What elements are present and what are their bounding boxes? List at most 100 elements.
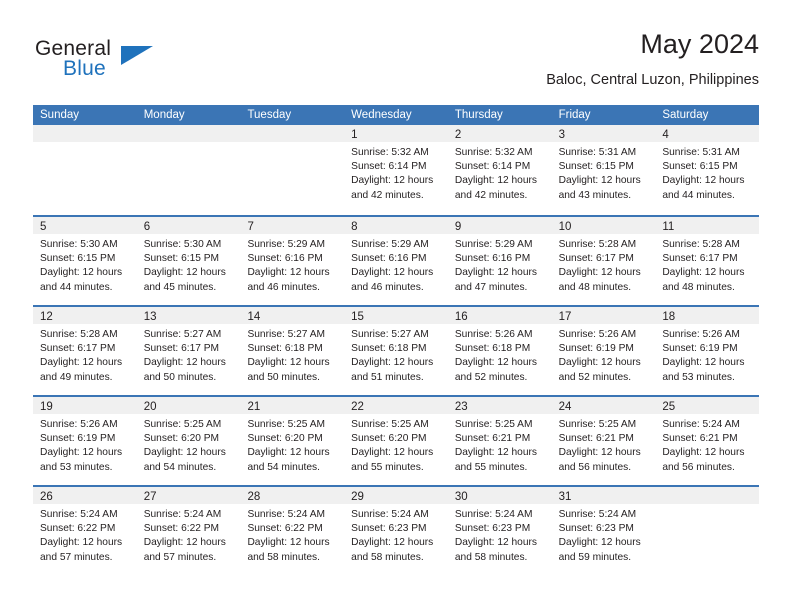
sunrise-text: Sunrise: 5:28 AM: [662, 239, 740, 250]
day-cell[interactable]: 2 Sunrise: 5:32 AM Sunset: 6:14 PM Daylight…: [447, 125, 552, 215]
day-cell[interactable]: 21 Sunrise: 5:25 AM Sunset: 6:20 PM Dayligh…: [240, 397, 345, 485]
sunset-text: Sunset: 6:19 PM: [558, 343, 634, 355]
sunrise-text: Sunrise: 5:27 AM: [143, 329, 222, 340]
sunset-text: Sunset: 6:14 PM: [454, 161, 531, 173]
sunrise-text: Sunrise: 5:27 AM: [247, 329, 326, 340]
day-number: 7: [247, 221, 254, 233]
daylight-text-line2: and 58 minutes.: [351, 551, 424, 563]
daylight-text-line2: and 44 minutes.: [662, 189, 735, 201]
week-row: 5 Sunrise: 5:30 AM Sunset: 6:15 PM Daylight…: [33, 215, 760, 305]
day-number: 15: [351, 311, 364, 323]
day-cell[interactable]: 19 Sunrise: 5:26 AM Sunset: 6:19 PM Dayligh…: [33, 397, 137, 485]
day-cell[interactable]: 3 Sunrise: 5:31 AM Sunset: 6:15 PM Daylight…: [551, 125, 656, 215]
daylight-text-line2: and 56 minutes.: [662, 461, 735, 473]
day-cell[interactable]: 18 Sunrise: 5:26 AM Sunset: 6:19 PM Dayligh…: [655, 307, 760, 395]
day-info: Sunrise: 5:25 AM Sunset: 6:21 PM Daylight:…: [448, 414, 552, 475]
day-cell[interactable]: 5 Sunrise: 5:30 AM Sunset: 6:15 PM Daylight…: [33, 217, 137, 305]
day-number: 10: [558, 221, 572, 233]
day-cell[interactable]: 7 Sunrise: 5:29 AM Sunset: 6:16 PM Daylight…: [240, 217, 345, 305]
day-cell[interactable]: 14 Sunrise: 5:27 AM Sunset: 6:18 PM Dayligh…: [240, 307, 345, 395]
day-number: 9: [454, 221, 462, 233]
day-cell[interactable]: 16 Sunrise: 5:26 AM Sunset: 6:18 PM Dayligh…: [447, 307, 552, 395]
sunset-text: Sunset: 6:15 PM: [40, 253, 116, 265]
sunrise-text: Sunrise: 5:29 AM: [247, 239, 326, 250]
daylight-text-line2: and 43 minutes.: [558, 189, 632, 201]
day-number-band: 8: [344, 217, 448, 234]
daylight-text-line1: Daylight: 12 hours: [662, 175, 745, 187]
daylight-text-line2: and 50 minutes.: [247, 371, 320, 383]
general-blue-logo[interactable]: General Blue: [33, 33, 233, 89]
sunset-text: Sunset: 6:16 PM: [247, 253, 323, 265]
day-cell[interactable]: 12 Sunrise: 5:28 AM Sunset: 6:17 PM Dayligh…: [33, 307, 137, 395]
day-number-band: 13: [136, 307, 241, 324]
sunrise-text: Sunrise: 5:25 AM: [454, 419, 533, 430]
day-number-band: [33, 125, 137, 142]
day-cell-empty: [33, 125, 137, 215]
day-number: 30: [454, 491, 468, 503]
daylight-text-line2: and 52 minutes.: [454, 371, 528, 383]
day-cell[interactable]: 31 Sunrise: 5:24 AM Sunset: 6:23 PM Dayligh…: [551, 487, 656, 575]
week-row: 1 Sunrise: 5:32 AM Sunset: 6:14 PM Daylight…: [33, 125, 760, 215]
daylight-text-line1: Daylight: 12 hours: [143, 537, 226, 549]
sunrise-text: Sunrise: 5:32 AM: [454, 147, 533, 158]
day-cell[interactable]: 6 Sunrise: 5:30 AM Sunset: 6:15 PM Daylight…: [136, 217, 241, 305]
weekday-header-wednesday: Wednesday: [351, 109, 412, 121]
daylight-text-line1: Daylight: 12 hours: [351, 357, 434, 369]
sunset-text: Sunset: 6:14 PM: [351, 161, 427, 173]
sunrise-text: Sunrise: 5:25 AM: [351, 419, 429, 430]
day-cell[interactable]: 15 Sunrise: 5:27 AM Sunset: 6:18 PM Dayligh…: [344, 307, 448, 395]
daylight-text-line2: and 48 minutes.: [558, 281, 632, 293]
day-cell[interactable]: 27 Sunrise: 5:24 AM Sunset: 6:22 PM Dayligh…: [136, 487, 241, 575]
day-info: Sunrise: 5:25 AM Sunset: 6:21 PM Daylight:…: [552, 414, 656, 475]
day-cell[interactable]: 24 Sunrise: 5:25 AM Sunset: 6:21 PM Dayligh…: [551, 397, 656, 485]
day-cell[interactable]: 25 Sunrise: 5:24 AM Sunset: 6:21 PM Dayligh…: [655, 397, 760, 485]
day-cell[interactable]: 4 Sunrise: 5:31 AM Sunset: 6:15 PM Daylight…: [655, 125, 760, 215]
day-cell[interactable]: 23 Sunrise: 5:25 AM Sunset: 6:21 PM Dayligh…: [447, 397, 552, 485]
daylight-text-line2: and 44 minutes.: [40, 281, 113, 293]
sunset-text: Sunset: 6:19 PM: [662, 343, 738, 355]
day-number-band: 16: [447, 307, 552, 324]
day-cell[interactable]: 9 Sunrise: 5:29 AM Sunset: 6:16 PM Daylight…: [447, 217, 552, 305]
day-number: 16: [454, 311, 468, 323]
daylight-text-line2: and 46 minutes.: [247, 281, 320, 293]
week-row: 26 Sunrise: 5:24 AM Sunset: 6:22 PM Dayligh…: [33, 485, 760, 575]
day-cell[interactable]: 11 Sunrise: 5:28 AM Sunset: 6:17 PM Dayligh…: [655, 217, 760, 305]
daylight-text-line1: Daylight: 12 hours: [247, 357, 330, 369]
sunset-text: Sunset: 6:20 PM: [247, 433, 323, 445]
day-cell[interactable]: 1 Sunrise: 5:32 AM Sunset: 6:14 PM Daylight…: [344, 125, 448, 215]
day-number: 1: [351, 129, 358, 141]
day-number-band: 15: [344, 307, 448, 324]
sunset-text: Sunset: 6:23 PM: [351, 523, 427, 535]
day-number: 20: [143, 401, 157, 413]
sunset-text: Sunset: 6:21 PM: [662, 433, 738, 445]
sunrise-text: Sunrise: 5:24 AM: [143, 509, 222, 520]
weekday-header-friday: Friday: [558, 109, 591, 121]
day-cell[interactable]: 30 Sunrise: 5:24 AM Sunset: 6:23 PM Dayligh…: [447, 487, 552, 575]
daylight-text-line1: Daylight: 12 hours: [143, 357, 226, 369]
daylight-text-line1: Daylight: 12 hours: [662, 357, 745, 369]
day-number: 17: [558, 311, 572, 323]
day-number-band: 20: [136, 397, 241, 414]
daylight-text-line1: Daylight: 12 hours: [662, 267, 745, 279]
day-cell[interactable]: 29 Sunrise: 5:24 AM Sunset: 6:23 PM Dayligh…: [344, 487, 448, 575]
daylight-text-line2: and 50 minutes.: [143, 371, 217, 383]
day-number: 18: [662, 311, 676, 323]
day-cell[interactable]: 8 Sunrise: 5:29 AM Sunset: 6:16 PM Daylight…: [344, 217, 448, 305]
day-cell[interactable]: 10 Sunrise: 5:28 AM Sunset: 6:17 PM Dayligh…: [551, 217, 656, 305]
day-number: 29: [351, 491, 364, 503]
day-cell[interactable]: 13 Sunrise: 5:27 AM Sunset: 6:17 PM Dayligh…: [136, 307, 241, 395]
day-cell[interactable]: 28 Sunrise: 5:24 AM Sunset: 6:22 PM Dayligh…: [240, 487, 345, 575]
day-cell[interactable]: 22 Sunrise: 5:25 AM Sunset: 6:20 PM Dayligh…: [344, 397, 448, 485]
day-cell-empty: [240, 125, 345, 215]
day-number: 13: [143, 311, 157, 323]
sunrise-text: Sunrise: 5:26 AM: [558, 329, 637, 340]
sunset-text: Sunset: 6:23 PM: [558, 523, 634, 535]
day-number-band: 3: [551, 125, 656, 142]
sunrise-text: Sunrise: 5:29 AM: [454, 239, 533, 250]
sunset-text: Sunset: 6:17 PM: [143, 343, 220, 355]
sunrise-text: Sunrise: 5:31 AM: [662, 147, 740, 158]
day-cell[interactable]: 20 Sunrise: 5:25 AM Sunset: 6:20 PM Dayligh…: [136, 397, 241, 485]
day-cell[interactable]: 17 Sunrise: 5:26 AM Sunset: 6:19 PM Dayligh…: [551, 307, 656, 395]
day-cell[interactable]: 26 Sunrise: 5:24 AM Sunset: 6:22 PM Dayligh…: [33, 487, 137, 575]
calendar-page: General Blue May 2024 Baloc, Central Luz…: [0, 0, 792, 612]
